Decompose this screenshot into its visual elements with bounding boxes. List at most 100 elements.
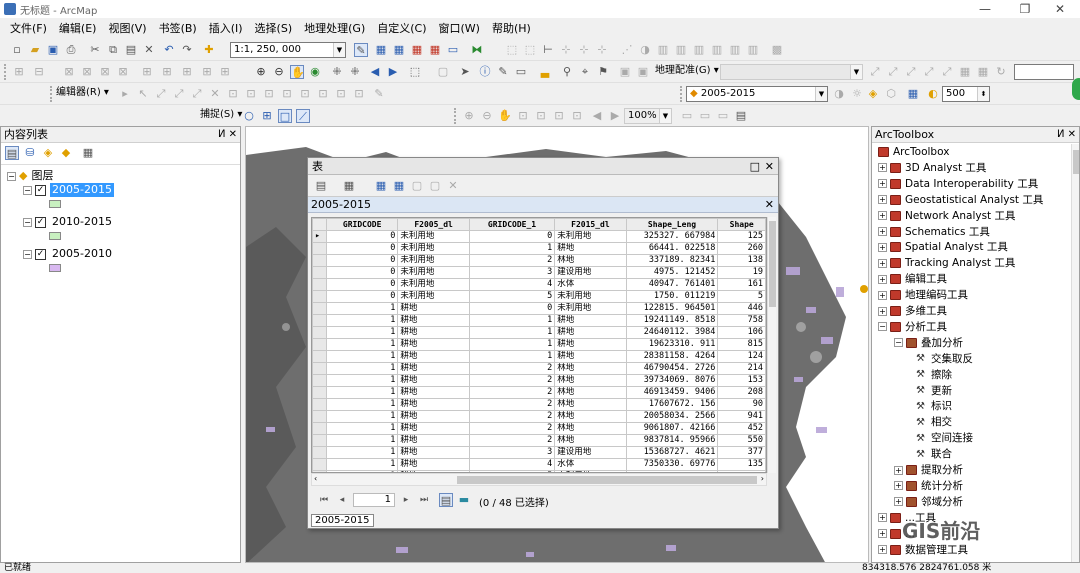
table-cell[interactable]: 153 — [717, 374, 766, 387]
table-cell[interactable]: 106 — [717, 326, 766, 339]
column-header[interactable]: F2005_dl — [397, 218, 470, 231]
delete-selected-icon[interactable]: ✕ — [446, 179, 460, 193]
collapse-icon[interactable]: − — [23, 249, 32, 259]
expand-icon[interactable]: + — [878, 195, 887, 205]
maximize-icon[interactable]: □ — [750, 158, 760, 175]
toolbox-item[interactable]: ⚒ 相交 — [916, 415, 952, 429]
full-extent-icon[interactable]: ◉ — [308, 65, 322, 79]
html-popup-icon[interactable]: ▭ — [514, 65, 528, 79]
table-cell[interactable]: 1 — [325, 458, 399, 471]
row-selector-header[interactable] — [312, 218, 327, 231]
table-row[interactable]: 1 耕地 1 耕地 24640112. 3984 106 — [312, 326, 766, 339]
delete-icon[interactable]: ✕ — [142, 43, 156, 57]
layout-zoom-combo[interactable]: 100% ▼ — [624, 108, 672, 124]
toolbar-grip[interactable] — [50, 86, 53, 102]
time-slider-icon[interactable]: ⚑ — [596, 65, 610, 79]
table-icon[interactable]: ▦ — [906, 87, 920, 101]
table-row[interactable]: 1 耕地 4 水体 7350330. 69776 135 — [312, 458, 766, 471]
row-selector[interactable] — [312, 326, 327, 339]
table-cell[interactable]: 260 — [717, 242, 766, 255]
table-cell[interactable]: 耕地 — [397, 386, 470, 399]
scroll-right-icon[interactable]: › — [761, 474, 764, 483]
table-cell[interactable]: 90 — [717, 398, 766, 411]
table-cell[interactable]: 耕地 — [397, 422, 470, 435]
table-cell[interactable]: 林地 — [554, 422, 627, 435]
table-cell[interactable]: 1 — [325, 326, 399, 339]
horizontal-scrollbar[interactable]: ‹ › — [311, 473, 767, 486]
table-row[interactable]: 0 未利用地 1 耕地 66441. 022518 260 — [312, 242, 766, 255]
table-cell[interactable]: 1 — [325, 314, 399, 327]
table-cell[interactable]: 214 — [717, 362, 766, 375]
collapse-icon[interactable]: − — [878, 322, 887, 332]
table-cell[interactable]: 未利用地 — [397, 230, 470, 243]
table-cell[interactable]: 208 — [717, 386, 766, 399]
menu-file[interactable]: 文件(F) — [4, 19, 53, 39]
table-cell[interactable]: 1 — [325, 338, 399, 351]
list-by-drawing-order-icon[interactable]: ▤ — [5, 146, 19, 160]
python-window-icon[interactable]: ▭ — [446, 43, 460, 57]
table-cell[interactable]: 1 — [468, 350, 556, 363]
toolbox-item[interactable]: + 多维工具 — [878, 304, 947, 318]
toolbox-item[interactable]: − 叠加分析 — [894, 336, 963, 350]
clear-selection-icon[interactable]: ▢ — [410, 179, 424, 193]
menu-geoprocessing[interactable]: 地理处理(G) — [298, 19, 371, 39]
table-cell[interactable]: 林地 — [554, 434, 627, 447]
point-snap-icon[interactable]: ○ — [242, 109, 256, 123]
table-cell[interactable]: 46913459. 9406 — [625, 386, 719, 399]
layer-symbol-swatch[interactable] — [49, 232, 61, 240]
table-cell[interactable]: 15368727. 4621 — [625, 446, 719, 459]
transparency-icon[interactable]: ◐ — [926, 87, 940, 101]
row-selector[interactable] — [312, 434, 327, 447]
table-cell[interactable]: 未利用地 — [397, 290, 470, 303]
table-cell[interactable]: 建设用地 — [554, 266, 627, 279]
layer-visibility-checkbox[interactable]: ✓ — [35, 248, 46, 260]
toolbox-item[interactable]: − 分析工具 — [878, 320, 947, 334]
table-cell[interactable]: 138 — [717, 254, 766, 267]
forward-icon[interactable]: ▶ — [386, 65, 400, 79]
go-to-xy-icon[interactable]: ⌖ — [578, 65, 592, 79]
table-cell[interactable]: 0 — [468, 230, 556, 243]
table-cell[interactable]: 建设用地 — [554, 446, 627, 459]
close-icon[interactable]: ✕ — [765, 197, 774, 213]
table-cell[interactable]: 124 — [717, 350, 766, 363]
expand-icon[interactable]: + — [894, 465, 903, 475]
catalog-window-icon[interactable]: ▦ — [392, 43, 406, 57]
table-tab-2005-2015[interactable]: 2005-2015 — [311, 514, 374, 527]
table-cell[interactable]: 1 — [468, 314, 556, 327]
menu-windows[interactable]: 窗口(W) — [433, 19, 486, 39]
table-cell[interactable]: 28381158. 4264 — [625, 350, 719, 363]
column-header[interactable]: GRIDCODE — [325, 218, 399, 231]
expand-icon[interactable]: + — [878, 545, 887, 554]
table-cell[interactable]: 1 — [325, 422, 399, 435]
table-cell[interactable]: 1 — [468, 242, 556, 255]
table-row[interactable]: 1 耕地 2 林地 9837814. 95966 550 — [312, 434, 766, 447]
toolbox-item[interactable]: + 邻域分析 — [894, 495, 963, 509]
last-record-icon[interactable]: ⏭ — [417, 493, 431, 507]
table-cell[interactable]: 5 — [717, 290, 766, 303]
open-icon[interactable]: ▰ — [28, 43, 42, 57]
toolbox-item[interactable]: ⚒ 更新 — [916, 384, 952, 398]
expand-icon[interactable]: + — [878, 179, 887, 189]
table-cell[interactable]: 5 — [468, 290, 556, 303]
table-cell[interactable]: 未利用地 — [397, 254, 470, 267]
collapse-icon[interactable]: − — [23, 217, 32, 227]
table-cell[interactable]: 耕地 — [397, 350, 470, 363]
current-row-indicator[interactable]: ▸ — [312, 230, 327, 243]
table-cell[interactable]: 未利用地 — [397, 278, 470, 291]
table-cell[interactable]: 1 — [325, 410, 399, 423]
table-row[interactable]: 1 耕地 0 未利用地 122815. 964501 446 — [312, 302, 766, 315]
table-row[interactable]: 1 耕地 1 耕地 19241149. 8518 758 — [312, 314, 766, 327]
column-header[interactable]: GRIDCODE_1 — [468, 218, 556, 231]
spinner-arrows-icon[interactable]: ⬍ — [977, 87, 989, 101]
row-selector[interactable] — [312, 290, 327, 303]
paste-icon[interactable]: ▤ — [124, 43, 138, 57]
toc-layer-2005-2015[interactable]: − ✓ 2005-2015 — [23, 183, 114, 197]
redo-icon[interactable]: ↷ — [180, 43, 194, 57]
table-cell[interactable]: 耕地 — [397, 362, 470, 375]
minimize-button[interactable]: — — [965, 0, 1005, 18]
table-cell[interactable]: 耕地 — [397, 410, 470, 423]
table-cell[interactable]: 46790454. 2726 — [625, 362, 719, 375]
toolbar-grip[interactable] — [4, 64, 7, 80]
layer-visibility-checkbox[interactable]: ✓ — [35, 216, 46, 228]
layer-name[interactable]: 2010-2015 — [50, 215, 114, 229]
